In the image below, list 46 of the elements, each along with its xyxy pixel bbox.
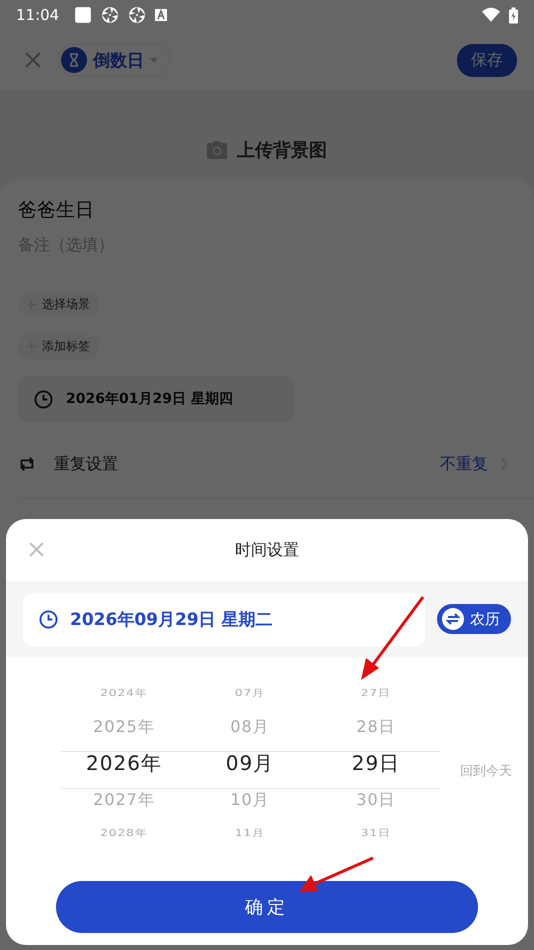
picker-option[interactable]: 10月 [230,781,270,818]
swap-icon [442,608,464,630]
picker-option[interactable]: 07月 [234,681,266,705]
type-label: 倒数日 [93,50,144,72]
back-to-today-link[interactable]: 回到今天 [460,762,512,780]
wifi-icon [482,6,500,24]
picker-option[interactable]: 2024年 [100,681,148,705]
aperture-icon [128,6,146,24]
sheet-title: 时间设置 [235,540,299,560]
selected-date: 2026年09月29日 星期二 [70,608,273,630]
picker-option[interactable]: 11月 [234,821,266,845]
battery-icon [509,6,518,24]
status-time: 11:04 [16,6,60,24]
lunar-toggle-button[interactable]: 农历 [437,604,511,634]
add-chip[interactable]: 选择场景 [18,292,99,317]
repeat-label: 重复设置 [54,454,118,474]
caret-icon [150,58,158,62]
close-icon[interactable] [28,541,45,558]
countdown-type-dropdown[interactable]: 倒数日 [58,44,171,76]
add-chip[interactable]: 添加标签 [18,334,99,359]
repeat-value[interactable]: 不重复 [440,454,488,474]
picker-option[interactable]: 30日 [356,781,396,818]
event-title[interactable]: 爸爸生日 [18,197,534,223]
date-field[interactable]: 2026年01月29日 星期四 [18,376,294,422]
upload-background-label[interactable]: 上传背景图 [237,138,327,162]
keyboard-icon [155,9,168,21]
picker-option[interactable]: 2028年 [100,821,148,845]
picker-option[interactable]: 2025年 [93,708,155,745]
picker-option[interactable]: 31日 [360,821,392,845]
picker-option[interactable]: 2027年 [93,781,155,818]
confirm-button[interactable]: 确定 [56,881,478,933]
picker-option[interactable]: 29日 [352,745,400,781]
aperture-icon [101,6,120,24]
close-icon[interactable] [24,51,42,69]
picker-option[interactable]: 28日 [356,708,396,745]
picker-option[interactable]: 2026年 [86,745,162,781]
picker-option[interactable]: 27日 [360,681,392,705]
picker-option[interactable]: 08月 [230,708,270,745]
camera-icon[interactable] [207,141,227,159]
clock-icon [34,390,53,408]
save-button[interactable]: 保存 [457,44,517,76]
picker-option[interactable]: 09月 [226,745,274,781]
repeat-icon [18,455,36,473]
hourglass-icon [61,47,87,73]
clock-icon [39,610,58,628]
app-square-icon [74,6,92,24]
